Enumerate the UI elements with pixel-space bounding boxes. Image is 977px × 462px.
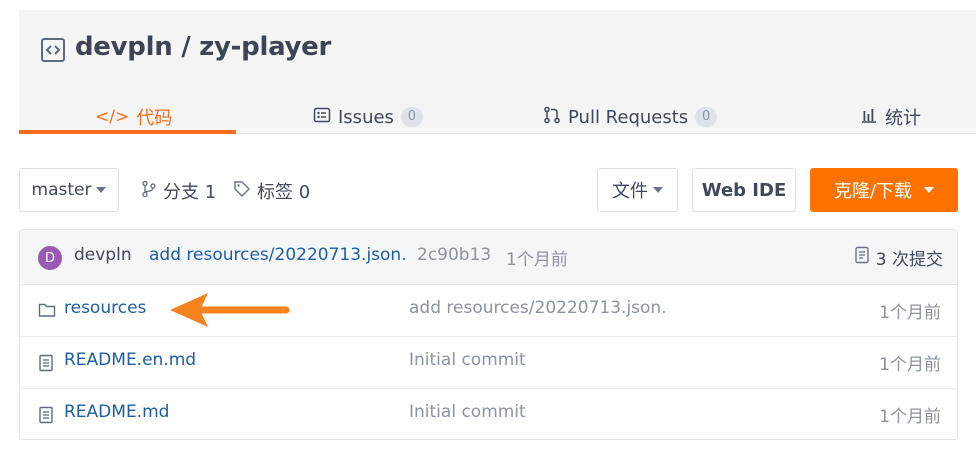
tab-issues-label: Issues — [338, 106, 394, 128]
tab-pull-requests[interactable]: Pull Requests 0 — [543, 102, 718, 132]
file-name[interactable]: README.en.md — [64, 350, 196, 370]
list-item[interactable]: README.en.md Initial commit 1个月前 — [20, 337, 957, 389]
code-icon: </> — [95, 107, 130, 127]
tab-statistics[interactable]: 统计 — [860, 102, 921, 132]
commit-hash[interactable]: 2c90b13 — [417, 245, 491, 265]
issues-icon — [313, 106, 331, 129]
tab-code-label: 代码 — [136, 108, 173, 129]
file-time: 1个月前 — [879, 407, 941, 427]
repo-separator: / — [181, 32, 191, 62]
tags-label: 标签 0 — [257, 182, 311, 203]
active-tab-indicator — [19, 130, 236, 134]
branches-link[interactable]: 分支 1 — [141, 178, 216, 204]
file-list: D devpln add resources/20220713.json. 2c… — [19, 229, 958, 440]
avatar[interactable]: D — [38, 246, 62, 270]
pull-requests-count-badge: 0 — [695, 107, 718, 127]
repository-icon — [41, 38, 65, 62]
pull-request-icon — [543, 106, 561, 129]
file-commit-message[interactable]: Initial commit — [409, 350, 526, 370]
tab-statistics-label: 统计 — [885, 108, 921, 129]
file-icon — [38, 354, 54, 376]
commit-author[interactable]: devpln — [74, 245, 132, 265]
latest-commit-bar: D devpln add resources/20220713.json. 2c… — [20, 230, 957, 285]
file-commit-message[interactable]: add resources/20220713.json. — [409, 298, 667, 318]
issues-count-badge: 0 — [400, 107, 423, 127]
commit-time: 1个月前 — [506, 250, 568, 270]
file-button-label: 文件 — [612, 181, 648, 202]
list-item[interactable]: resources add resources/20220713.json. 1… — [20, 285, 957, 337]
commit-count-link[interactable]: 3 次提交 — [854, 245, 943, 270]
clone-download-label: 克隆/下载 — [833, 181, 913, 202]
file-time: 1个月前 — [879, 355, 941, 375]
commit-message[interactable]: add resources/20220713.json. — [149, 245, 407, 265]
commits-icon — [854, 246, 870, 269]
branches-label: 分支 1 — [163, 182, 217, 203]
commit-count-label: 3 次提交 — [875, 250, 943, 270]
tags-link[interactable]: 标签 0 — [233, 178, 310, 204]
chevron-down-icon — [653, 187, 663, 193]
file-name[interactable]: resources — [64, 298, 146, 318]
chevron-down-icon — [924, 187, 935, 193]
repo-title[interactable]: devpln / zy-player — [75, 32, 331, 62]
chevron-down-icon — [96, 187, 107, 193]
repo-owner[interactable]: devpln — [75, 32, 173, 62]
list-item[interactable]: README.md Initial commit 1个月前 — [20, 389, 957, 441]
file-dropdown-button[interactable]: 文件 — [597, 168, 678, 212]
file-time: 1个月前 — [879, 303, 941, 323]
branch-select[interactable]: master — [19, 168, 119, 212]
branch-icon — [141, 180, 157, 203]
web-ide-button[interactable]: Web IDE — [692, 168, 796, 212]
file-name[interactable]: README.md — [64, 402, 169, 422]
repo-name[interactable]: zy-player — [199, 32, 331, 62]
clone-download-button[interactable]: 克隆/下载 — [810, 168, 958, 212]
file-icon — [38, 406, 54, 428]
tab-code[interactable]: </> 代码 — [95, 102, 172, 132]
web-ide-label: Web IDE — [701, 179, 787, 201]
tab-issues[interactable]: Issues 0 — [313, 102, 423, 132]
annotation-arrow-icon — [170, 293, 290, 327]
bar-chart-icon — [860, 106, 878, 129]
branch-label: master — [31, 180, 92, 200]
folder-icon — [38, 302, 56, 322]
file-commit-message[interactable]: Initial commit — [409, 402, 526, 422]
repo-header: devpln / zy-player </> 代码 Issues 0 Pull … — [19, 10, 976, 134]
tag-icon — [233, 180, 251, 203]
tab-pull-requests-label: Pull Requests — [568, 106, 689, 128]
